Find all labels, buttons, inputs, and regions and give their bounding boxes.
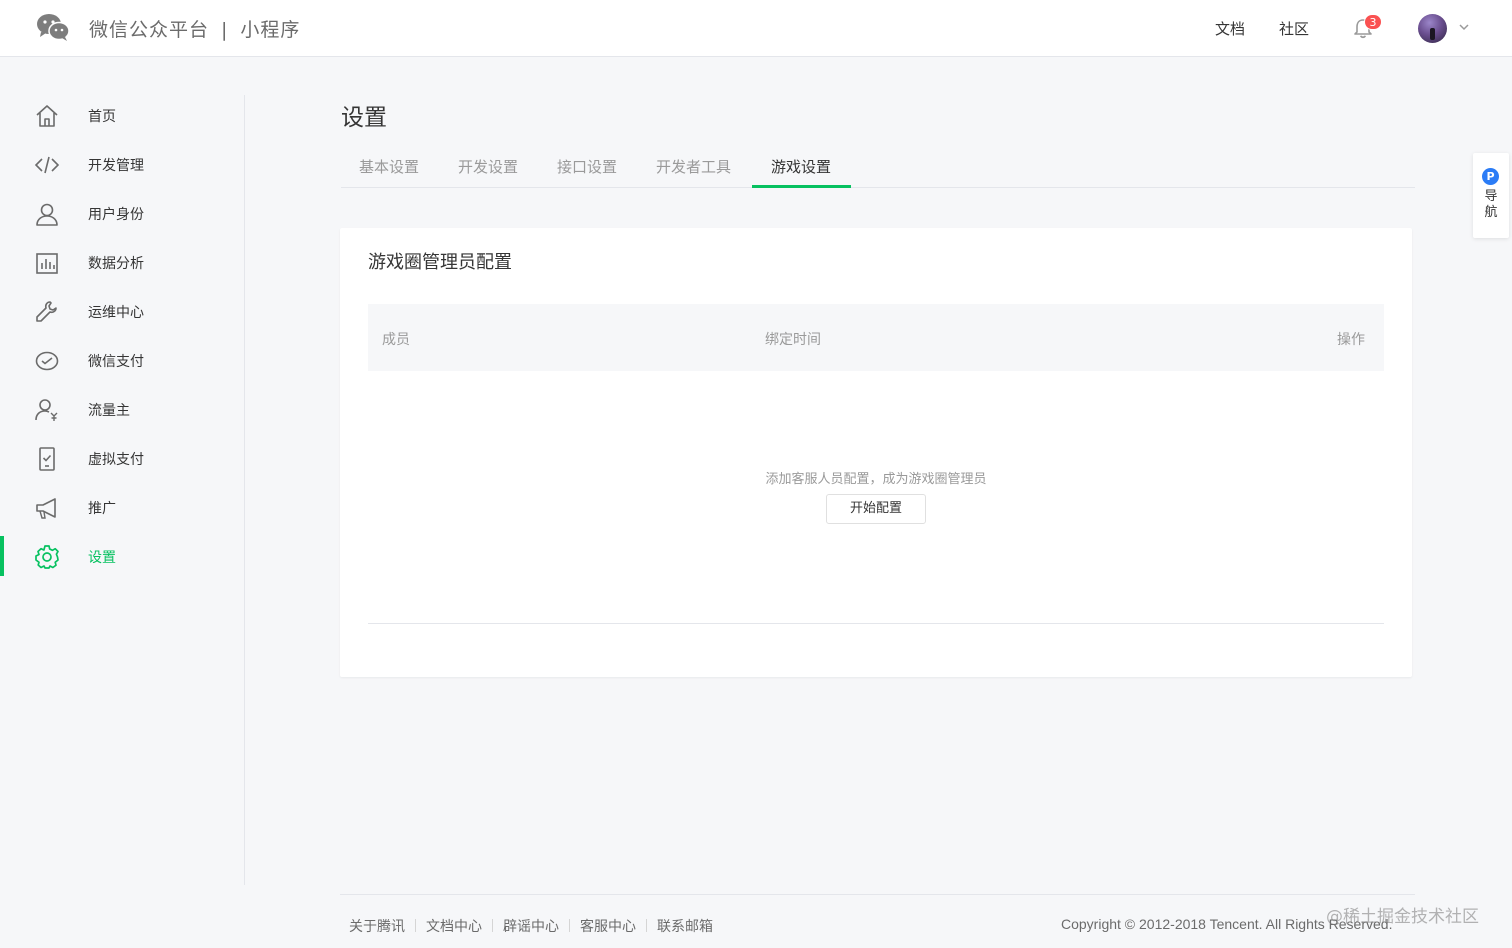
product-name: 小程序 [240,19,301,41]
brand-name: 微信公众平台 [89,19,210,41]
start-config-button[interactable]: 开始配置 [826,494,926,524]
tab-api-settings[interactable]: 接口设置 [557,156,617,177]
user-icon [36,203,58,226]
nav-badge-icon: P [1482,168,1499,185]
footer-link-support[interactable]: 客服中心 [580,919,636,935]
code-icon [34,156,60,174]
nav-link-community[interactable]: 社区 [1279,18,1309,39]
brand-separator: | [221,19,229,41]
wechat-pay-icon [35,351,59,371]
footer-separator [492,919,493,932]
column-header-member: 成员 [382,332,410,348]
megaphone-icon [36,498,56,519]
wrench-icon [36,301,57,322]
avatar[interactable] [1418,14,1447,43]
sidebar-item-label: 虚拟支付 [88,452,144,468]
floating-nav-label: 导航 [1484,189,1498,220]
tab-basic-settings[interactable]: 基本设置 [359,156,419,177]
notification-badge: 3 [1364,14,1382,30]
page-title: 设置 [341,105,387,131]
sidebar-item-label: 开发管理 [88,158,144,174]
footer-links: 关于腾讯 文档中心 辟谣中心 客服中心 联系邮箱 [349,916,713,936]
sidebar: 首页 开发管理 用户身份 数据分析 运维中心 微信支付 流量主 虚拟支付 推广 … [0,95,245,885]
sidebar-item-label: 数据分析 [88,256,144,272]
sidebar-item-label: 流量主 [88,403,130,419]
sidebar-item-wechat-pay[interactable]: 微信支付 [0,340,244,380]
sidebar-item-label: 推广 [88,501,116,517]
virtual-pay-icon [39,447,55,471]
sidebar-item-label: 设置 [88,550,116,566]
sidebar-item-label: 首页 [88,109,116,125]
footer-link-email[interactable]: 联系邮箱 [657,919,713,935]
sidebar-item-dev-management[interactable]: 开发管理 [0,144,244,184]
top-header: 微信公众平台 | 小程序 文档 社区 3 [0,0,1512,57]
footer-divider [340,894,1415,895]
table-header: 成员 绑定时间 操作 [368,304,1384,371]
footer-link-about[interactable]: 关于腾讯 [349,919,405,935]
footer-link-docs[interactable]: 文档中心 [426,919,482,935]
traffic-icon [35,399,58,421]
sidebar-item-traffic-owner[interactable]: 流量主 [0,389,244,429]
tab-dev-settings[interactable]: 开发设置 [458,156,518,177]
nav-link-docs[interactable]: 文档 [1215,18,1245,39]
chart-icon [36,253,58,274]
divider [368,623,1384,624]
footer-separator [415,919,416,932]
sidebar-item-promotion[interactable]: 推广 [0,487,244,527]
brand-title[interactable]: 微信公众平台 | 小程序 [89,15,300,42]
sidebar-item-label: 用户身份 [88,207,144,223]
footer-link-rumor[interactable]: 辟谣中心 [503,919,559,935]
card-title: 游戏圈管理员配置 [368,252,512,273]
active-tab-indicator [752,185,851,188]
floating-nav-button[interactable]: P 导航 [1473,153,1509,238]
wechat-logo-icon[interactable] [36,12,70,42]
sidebar-item-label: 运维中心 [88,305,144,321]
sidebar-item-home[interactable]: 首页 [0,95,244,135]
sidebar-item-ops-center[interactable]: 运维中心 [0,291,244,331]
footer-separator [569,919,570,932]
gear-icon [35,545,59,569]
sidebar-item-virtual-pay[interactable]: 虚拟支付 [0,438,244,478]
chevron-down-icon[interactable] [1458,22,1470,32]
game-admin-card: 游戏圈管理员配置 成员 绑定时间 操作 添加客服人员配置，成为游戏圈管理员 开始… [340,228,1412,677]
sidebar-item-user-identity[interactable]: 用户身份 [0,193,244,233]
sidebar-item-settings[interactable]: 设置 [0,536,244,576]
sidebar-item-label: 微信支付 [88,354,144,370]
footer-separator [646,919,647,932]
empty-state-text: 添加客服人员配置，成为游戏圈管理员 [765,472,987,487]
tab-dev-tools[interactable]: 开发者工具 [656,156,731,177]
column-header-action: 操作 [1337,332,1365,348]
home-icon [36,105,58,127]
sidebar-item-data-analysis[interactable]: 数据分析 [0,242,244,282]
settings-tabs: 基本设置 开发设置 接口设置 开发者工具 游戏设置 [341,146,1415,188]
watermark: @稀土掘金技术社区 [1326,907,1479,927]
tab-game-settings[interactable]: 游戏设置 [771,156,831,177]
column-header-bind-time: 绑定时间 [765,332,821,348]
